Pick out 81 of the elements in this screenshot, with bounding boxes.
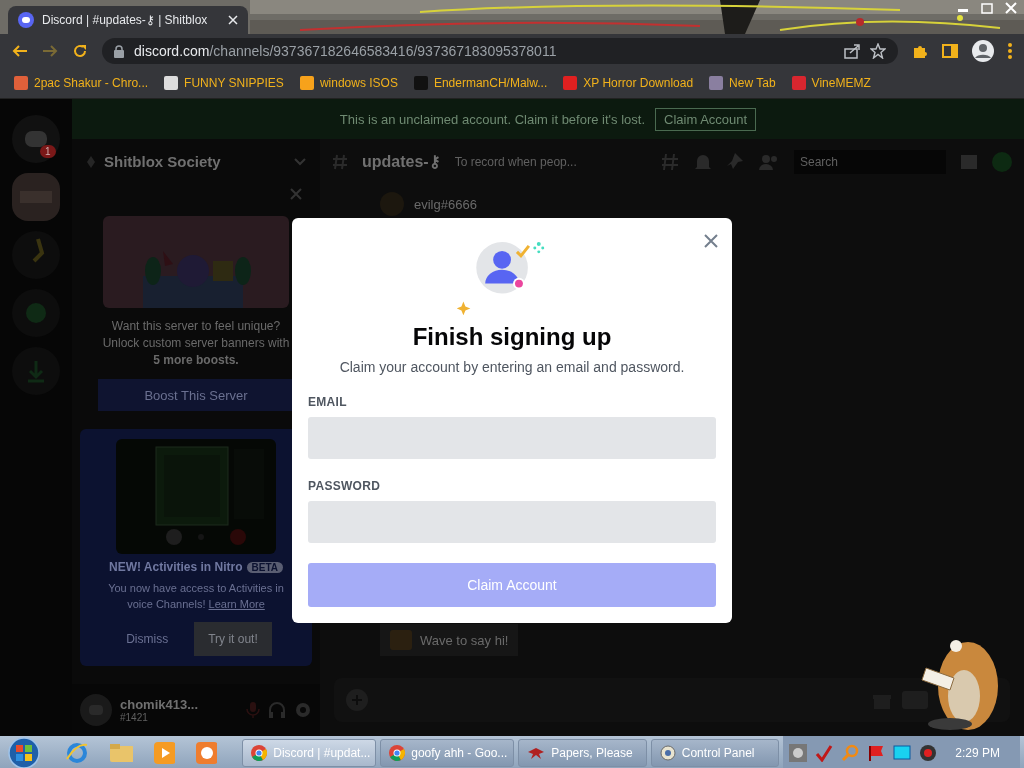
taskbar-button[interactable]: goofy ahh - Goo... [380,738,515,767]
internet-explorer-icon[interactable] [65,740,89,765]
browser-icon[interactable] [196,741,218,764]
card-title: NEW! Activities in Nitro [108,560,243,574]
clock[interactable]: 2:29 PM [955,745,1000,760]
help-icon[interactable] [992,151,1012,172]
server-icon[interactable] [12,173,60,221]
chevron-icon[interactable] [294,157,306,166]
back-icon[interactable] [12,43,28,59]
folder-icon[interactable] [109,742,133,763]
boost-icon [86,154,96,169]
taskbar-button[interactable]: Papers, Please [518,738,647,767]
restore-icon[interactable] [980,2,994,14]
input-field[interactable] [308,501,716,544]
monitor-icon[interactable] [893,743,912,762]
boost-server-button[interactable]: Boost This Server [98,379,294,411]
taskbar-button[interactable]: Control Panel [650,738,780,767]
message-input[interactable] [334,678,1010,722]
download-icon[interactable] [12,347,60,395]
address-bar[interactable]: discord.com/channels/937367182646583416/937367183095378011 [102,38,898,64]
try-it-out-button[interactable]: Try it out! [194,622,272,656]
chrome-icon [389,744,406,761]
flag-icon[interactable] [867,743,886,762]
chrome-icon [251,744,268,761]
media-player-icon[interactable] [153,741,175,764]
explore-icon[interactable] [12,289,60,337]
channel-name: updates-⚷ [362,152,441,171]
claim-account-button[interactable]: Claim Account [308,563,716,607]
browser-tab[interactable]: Discord | #updates-⚷ | Shitblox [8,6,248,34]
dismiss-button[interactable]: Dismiss [120,631,175,647]
side-panel-icon[interactable] [942,43,958,59]
avatar-icon[interactable] [972,40,994,62]
start-button[interactable] [6,736,41,768]
bookmark[interactable]: EndermanCH/Malw... [413,76,548,90]
puzzle-icon[interactable] [912,43,928,59]
hashtag-icon [332,153,348,170]
notice-text: This is an unclaimed account. Claim it before it's lost. [339,111,646,127]
headphones-icon[interactable] [268,701,286,719]
speaker-icon[interactable] [919,743,938,762]
beta-badge: BETA [246,561,284,573]
username: chomik413... [120,697,200,712]
lock-icon [114,44,124,58]
message-author[interactable]: evilg#6666 [414,196,477,212]
dialog-subtitle: Claim your account by entering an email and password. [339,359,685,376]
tray-icon[interactable] [789,743,808,762]
field-label: PASSWORD [308,479,382,494]
bookmark[interactable]: XP Horror Download [563,76,694,90]
control-panel-icon [659,744,676,761]
wave-button[interactable]: Wave to say hi! [380,624,519,656]
star-icon[interactable] [870,43,886,59]
inbox-icon[interactable] [960,152,978,171]
members-icon[interactable] [758,152,780,171]
input-field[interactable] [308,417,716,460]
menu-icon[interactable] [1008,43,1012,59]
card-text: You now have access to Activities in voice Channels! Learn More [107,581,285,612]
share-icon[interactable] [844,43,860,59]
magnifier-icon[interactable] [841,743,860,762]
bookmark[interactable]: 2pac Shakur - Chro... [14,76,149,90]
discord-logo-icon[interactable] [12,115,60,163]
checkmark-icon[interactable] [815,743,834,762]
user-tag: #1421 [120,712,238,723]
bookmark[interactable]: New Tab [709,76,776,90]
threads-icon[interactable] [660,151,680,172]
reload-icon[interactable] [72,43,88,59]
dialog-title: Finish signing up [412,323,612,352]
bookmark[interactable]: windows ISOS [299,76,398,90]
bookmark[interactable]: VineMEMZ [791,76,871,90]
server-name[interactable]: Shitblox Society [104,153,286,170]
boost-promo-text: Want this server to feel unique? Unlock custom server banners with 5 more boosts. [101,318,291,369]
learn-more-link[interactable]: Learn More [208,598,265,610]
microphone-icon[interactable] [246,701,260,719]
settings-icon[interactable] [294,701,312,719]
bookmark[interactable]: FUNNY SNIPPIES [164,76,284,90]
discord-icon [18,12,34,28]
channel-topic[interactable]: To record when peop... [454,154,646,169]
field-label: EMAIL [308,395,348,410]
eagle-icon [527,745,546,760]
search-field[interactable]: Search [794,149,946,174]
url-text: discord.com/channels/937367182646583416/937367183095378011 [134,43,557,59]
claim-account-button[interactable]: Claim Account [655,107,757,131]
forward-icon[interactable] [42,43,58,59]
